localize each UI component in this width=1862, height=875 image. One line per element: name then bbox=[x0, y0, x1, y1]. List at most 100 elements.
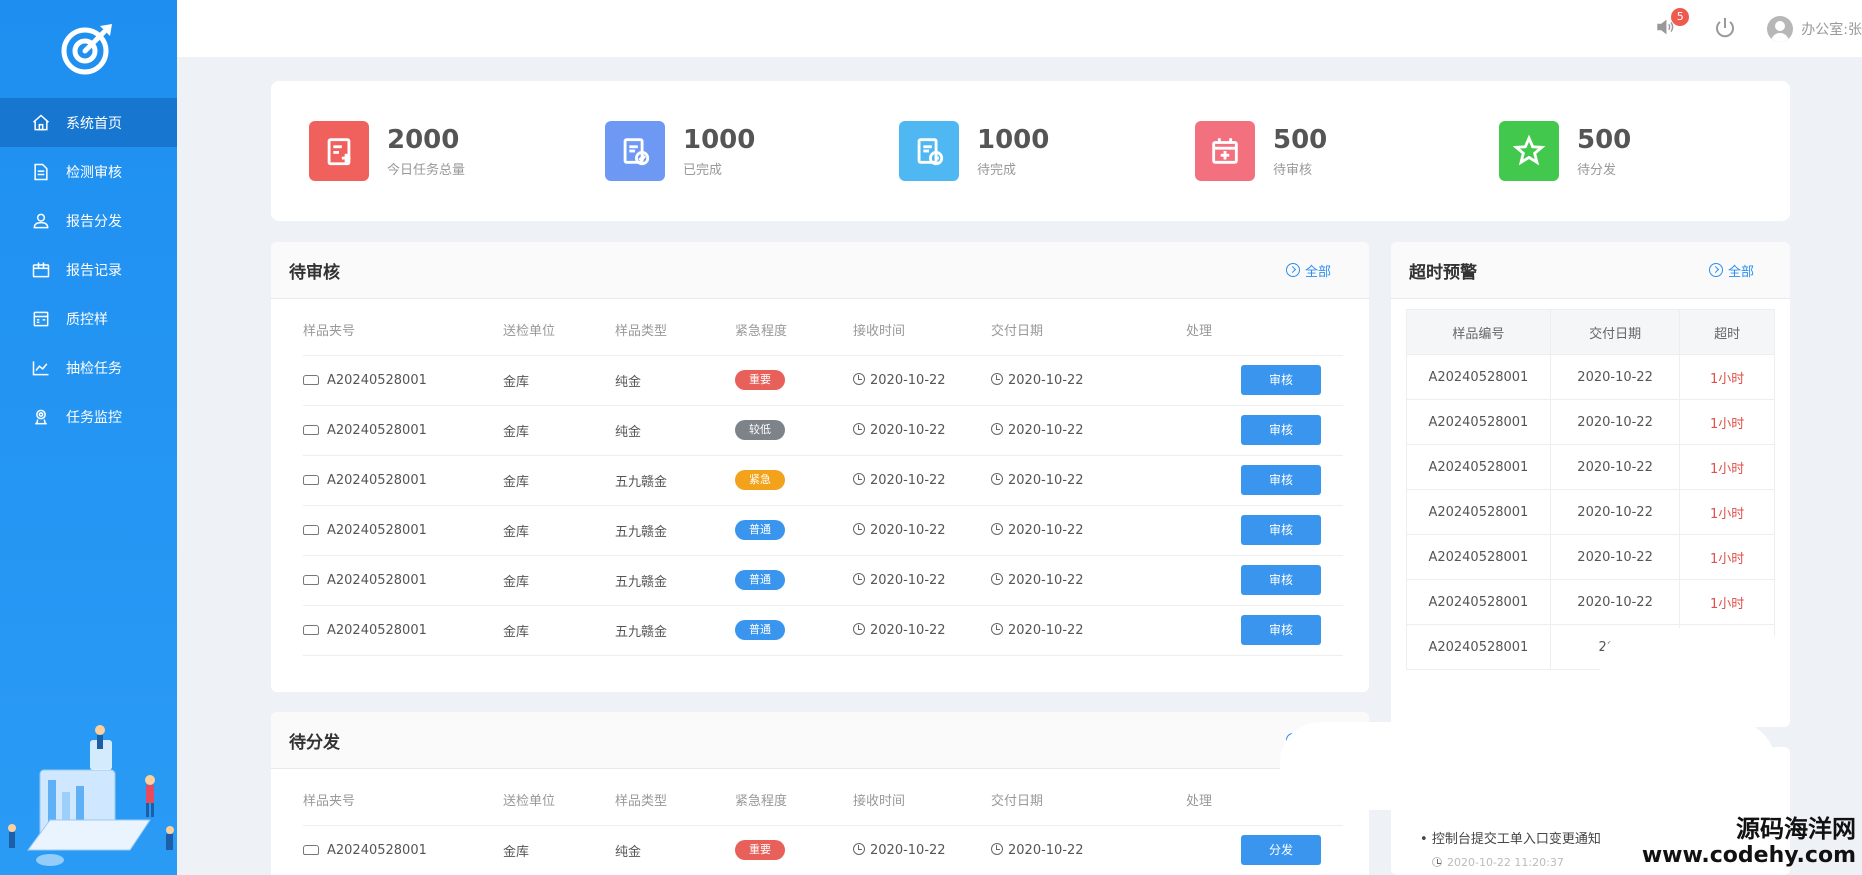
clock-icon bbox=[853, 472, 865, 485]
pending-dispatch-table: 样品夹号 送检单位 样品类型 紧急程度 接收时间 交付日期 处理 A20240528001 金库… bbox=[303, 775, 1343, 875]
sidebar-item-6[interactable]: 任务监控 bbox=[0, 392, 177, 441]
sample-type: 五九赣金 bbox=[615, 555, 735, 606]
dispatch-button[interactable]: 分发 bbox=[1241, 835, 1321, 865]
received-time: 2020-10-22 bbox=[870, 572, 946, 588]
sidebar-item-1[interactable]: 检测审核 bbox=[0, 147, 177, 196]
stats-panel: 2000 今日任务总量 1000 已完成 1000 待完成 500 待审核 500 待分发 bbox=[271, 81, 1790, 221]
stat-value: 2000 bbox=[387, 124, 460, 155]
delivery-date: 2020-10-22 bbox=[1008, 572, 1084, 588]
monitor-user-icon bbox=[30, 406, 52, 428]
user-menu[interactable]: 办公室:张 bbox=[1767, 15, 1862, 42]
received-time: 2020-10-22 bbox=[870, 422, 946, 438]
review-button[interactable]: 审核 bbox=[1241, 465, 1321, 495]
sample-id: A20240528001 bbox=[1406, 354, 1551, 400]
column-header: 样品夹号 bbox=[303, 305, 503, 356]
delivery-date: 2020-10-22 bbox=[1549, 534, 1681, 580]
car-icon bbox=[303, 625, 319, 635]
review-button[interactable]: 审核 bbox=[1241, 365, 1321, 395]
pending-review-more-link[interactable]: 全部 bbox=[1285, 261, 1331, 280]
pending-review-card: 待审核 全部 样品夹号 送检单位 样品类型 紧急程度 接收时间 交付日期 处理 A202405… bbox=[271, 242, 1369, 692]
stat-card-1[interactable]: 1000 已完成 bbox=[605, 121, 755, 181]
user-label: 办公室:张 bbox=[1801, 21, 1862, 38]
sidebar-item-label: 抽检任务 bbox=[66, 360, 122, 377]
sidebar-item-0[interactable]: 系统首页 bbox=[0, 98, 177, 147]
received-time: 2020-10-22 bbox=[870, 842, 946, 858]
sidebar-item-3[interactable]: 报告记录 bbox=[0, 245, 177, 294]
sample-id: A20240528001 bbox=[327, 572, 427, 588]
sample-id: A20240528001 bbox=[1406, 444, 1551, 490]
table-row: A20240528001 2020-10-22 1小时 bbox=[1406, 444, 1775, 490]
calendar-plus-icon bbox=[1195, 121, 1255, 181]
column-header: 样品类型 bbox=[615, 305, 735, 356]
overtime-value: 1小时 bbox=[1679, 534, 1775, 580]
stat-card-2[interactable]: 1000 待完成 bbox=[899, 121, 1049, 181]
stat-card-0[interactable]: 2000 今日任务总量 bbox=[309, 121, 465, 181]
clock-icon bbox=[853, 372, 865, 385]
review-button[interactable]: 审核 bbox=[1241, 565, 1321, 595]
sidebar-item-4[interactable]: 质控样 bbox=[0, 294, 177, 343]
notification-button[interactable]: 5 bbox=[1655, 7, 1690, 42]
sample-id: A20240528001 bbox=[327, 472, 427, 488]
review-button[interactable]: 审核 bbox=[1241, 615, 1321, 645]
stat-card-4[interactable]: 500 待分发 bbox=[1499, 121, 1631, 181]
sample-id: A20240528001 bbox=[1406, 624, 1551, 670]
table-row: A20240528001 2020-10-22 1小时 bbox=[1406, 354, 1775, 400]
delivery-date: 2020-10-22 bbox=[1008, 372, 1084, 388]
box-icon bbox=[30, 259, 52, 281]
urgency-badge: 普通 bbox=[735, 570, 785, 590]
column-header: 交付日期 bbox=[991, 305, 1186, 356]
received-time: 2020-10-22 bbox=[870, 372, 946, 388]
overtime-value: 1小时 bbox=[1679, 399, 1775, 445]
sidebar-item-2[interactable]: 报告分发 bbox=[0, 196, 177, 245]
clock-icon bbox=[991, 622, 1003, 635]
top-header: 5 办公室:张 bbox=[177, 0, 1862, 57]
clock-icon bbox=[991, 372, 1003, 385]
sidebar-item-5[interactable]: 抽检任务 bbox=[0, 343, 177, 392]
sample-id: A20240528001 bbox=[327, 842, 427, 858]
stat-card-3[interactable]: 500 待审核 bbox=[1195, 121, 1327, 181]
pending-dispatch-title: 待分发 bbox=[289, 732, 340, 753]
clock-icon bbox=[853, 842, 865, 855]
pending-review-title: 待审核 bbox=[289, 262, 340, 283]
delivery-date: 2020-10-22 bbox=[1549, 579, 1681, 625]
delivery-date: 2020-10-22 bbox=[1008, 842, 1084, 858]
delivery-date: 2020-10-22 bbox=[1008, 472, 1084, 488]
column-header: 交付日期 bbox=[991, 775, 1186, 826]
star-icon bbox=[1499, 121, 1559, 181]
table-row: A20240528001 2020-10-22 1小时 bbox=[1406, 489, 1775, 535]
sample-type: 纯金 bbox=[615, 825, 735, 875]
logout-button[interactable] bbox=[1713, 16, 1739, 42]
column-header: 接收时间 bbox=[853, 775, 991, 826]
column-header: 样品夹号 bbox=[303, 775, 503, 826]
notice-item[interactable]: • 控制台提交工单入口变更通知 bbox=[1420, 828, 1601, 847]
clock-icon bbox=[991, 422, 1003, 435]
column-header: 送检单位 bbox=[503, 775, 615, 826]
column-header: 紧急程度 bbox=[735, 305, 853, 356]
sidebar-item-label: 检测审核 bbox=[66, 164, 122, 181]
obscured-area bbox=[1280, 722, 1775, 810]
submit-unit: 金库 bbox=[503, 505, 615, 556]
sample-type: 五九赣金 bbox=[615, 505, 735, 556]
review-button[interactable]: 审核 bbox=[1241, 515, 1321, 545]
car-icon bbox=[303, 575, 319, 585]
sample-type: 五九赣金 bbox=[615, 605, 735, 656]
table-row: A20240528001 金库 五九赣金 紧急 2020-10-22 2020-10-22… bbox=[303, 455, 1343, 506]
chevron-right-icon bbox=[1708, 263, 1723, 277]
car-icon bbox=[303, 425, 319, 435]
doc-clock-icon bbox=[899, 121, 959, 181]
chevron-right-icon bbox=[1285, 263, 1300, 277]
obscured-area bbox=[1600, 628, 1790, 728]
app-logo[interactable] bbox=[58, 20, 116, 78]
review-button[interactable]: 审核 bbox=[1241, 415, 1321, 445]
table-row: A20240528001 2020-10-22 1小时 bbox=[1406, 579, 1775, 625]
overtime-more-link[interactable]: 全部 bbox=[1708, 261, 1754, 280]
overtime-value: 1小时 bbox=[1679, 489, 1775, 535]
urgency-badge: 普通 bbox=[735, 620, 785, 640]
clock-icon bbox=[853, 522, 865, 535]
sidebar-item-label: 系统首页 bbox=[66, 115, 122, 132]
received-time: 2020-10-22 bbox=[870, 522, 946, 538]
overtime-value: 1小时 bbox=[1679, 354, 1775, 400]
delivery-date: 2020-10-22 bbox=[1008, 522, 1084, 538]
sample-id: A20240528001 bbox=[327, 372, 427, 388]
notification-badge: 5 bbox=[1671, 7, 1690, 26]
